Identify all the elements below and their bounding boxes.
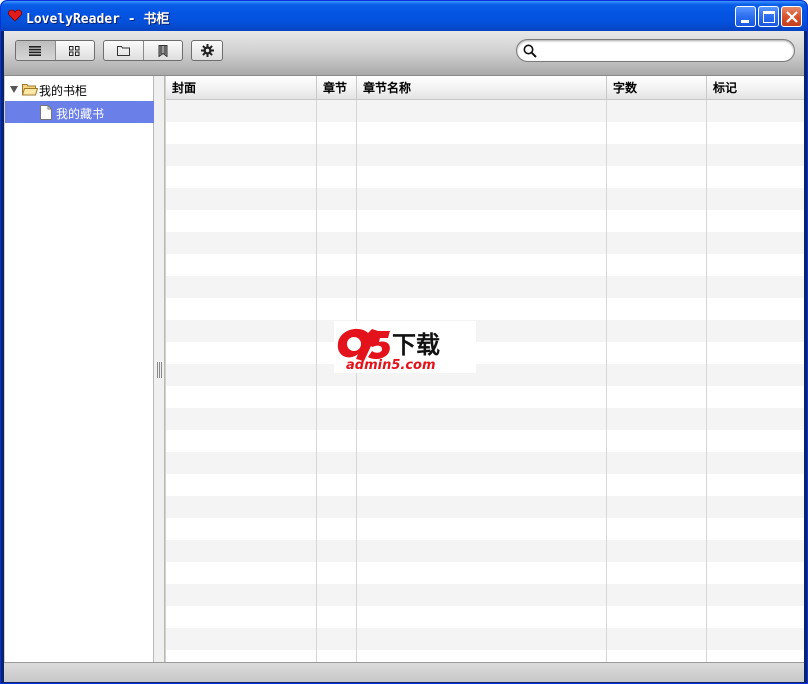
column-header-chapter[interactable]: 章节	[317, 76, 357, 100]
empty-row-stripe	[166, 364, 804, 386]
app-heart-icon	[8, 9, 22, 22]
document-icon	[40, 105, 52, 120]
toolbar	[4, 31, 804, 76]
bookmark-button[interactable]	[144, 41, 183, 60]
list-view-icon	[29, 45, 42, 56]
tree-item-label: 我的藏书	[56, 107, 105, 121]
empty-row-stripe	[166, 100, 804, 122]
search-box	[516, 39, 795, 62]
column-header-cover[interactable]: 封面	[166, 76, 317, 100]
status-bar	[4, 662, 804, 682]
watermark-logo: 下载 admin5.com	[334, 321, 476, 373]
minimize-icon	[741, 20, 749, 23]
empty-row-stripe	[166, 540, 804, 562]
bookshelf-tree: 我的书柜 我的藏书	[5, 76, 154, 662]
maximize-icon	[763, 11, 775, 23]
tree-item-label: 我的书柜	[39, 84, 88, 98]
column-header-word-count[interactable]: 字数	[607, 76, 707, 100]
app-window: LovelyReader - 书柜 我的书柜 我的藏书 封面 章节 章节名称 字…	[0, 0, 808, 684]
table-body	[166, 100, 804, 662]
column-divider	[706, 100, 707, 662]
column-header-chapter-name[interactable]: 章节名称	[357, 76, 607, 100]
splitter-grip-icon[interactable]	[157, 362, 162, 378]
window-title: LovelyReader - 书柜	[26, 12, 170, 27]
search-input[interactable]	[541, 42, 786, 59]
close-button[interactable]	[781, 6, 802, 27]
folder-open-icon	[22, 84, 38, 96]
empty-row-stripe	[166, 320, 804, 342]
settings-group	[191, 40, 223, 61]
empty-row-stripe	[166, 188, 804, 210]
minimize-button[interactable]	[735, 6, 756, 27]
table-header: 封面 章节 章节名称 字数 标记	[166, 76, 804, 100]
settings-button[interactable]	[192, 41, 222, 60]
list-view-button[interactable]	[16, 41, 56, 60]
empty-row-stripe	[166, 232, 804, 254]
empty-row-stripe	[166, 452, 804, 474]
tree-item-bookshelf[interactable]: 我的书柜	[5, 78, 154, 100]
column-header-mark[interactable]: 标记	[707, 76, 804, 100]
bookmark-icon	[158, 44, 168, 57]
column-divider	[606, 100, 607, 662]
chapter-table: 封面 章节 章节名称 字数 标记	[166, 76, 804, 662]
search-icon	[523, 44, 537, 58]
empty-row-stripe	[166, 628, 804, 650]
title-bar[interactable]: LovelyReader - 书柜	[1, 1, 807, 31]
gear-icon	[200, 44, 214, 57]
tree-item-my-collection[interactable]: 我的藏书	[5, 101, 154, 123]
grid-view-icon	[69, 45, 80, 56]
folder-icon	[116, 46, 130, 56]
watermark-big-text: 下载	[392, 331, 440, 359]
column-divider	[356, 100, 357, 662]
column-divider	[316, 100, 317, 662]
empty-row-stripe	[166, 276, 804, 298]
empty-row-stripe	[166, 144, 804, 166]
expand-arrow-icon[interactable]	[10, 86, 18, 93]
grid-view-button[interactable]	[56, 41, 95, 60]
close-icon	[786, 11, 798, 23]
maximize-button[interactable]	[758, 6, 779, 27]
empty-row-stripe	[166, 584, 804, 606]
view-toggle-group	[15, 40, 95, 61]
file-button-group	[103, 40, 183, 61]
watermark-small-text: admin5.com	[346, 358, 436, 373]
pane-splitter[interactable]	[154, 76, 165, 662]
empty-row-stripe	[166, 408, 804, 430]
open-folder-button[interactable]	[104, 41, 144, 60]
empty-row-stripe	[166, 496, 804, 518]
